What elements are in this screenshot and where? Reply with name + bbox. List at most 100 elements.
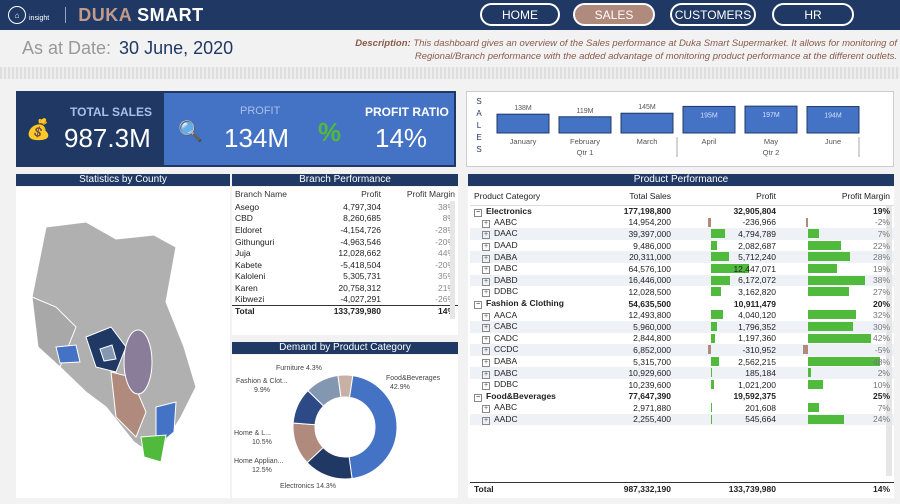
expand-icon[interactable]: + bbox=[482, 359, 490, 368]
expand-icon[interactable]: + bbox=[482, 243, 490, 252]
expand-icon[interactable]: + bbox=[482, 219, 490, 228]
kenya-county-map[interactable] bbox=[16, 187, 230, 498]
product-subitem-row[interactable]: + AADC 2,255,400 545,664 24% bbox=[470, 413, 894, 426]
branch-row[interactable]: Juja 12,028,662 44% bbox=[232, 247, 458, 259]
expand-icon[interactable]: + bbox=[482, 277, 490, 286]
product-subitem-row[interactable]: + AABC 2,971,880 201,608 7% bbox=[470, 402, 894, 414]
branch-row[interactable]: Eldoret -4,154,726 -28% bbox=[232, 224, 458, 236]
expand-icon[interactable]: + bbox=[482, 324, 490, 333]
branch-col-name[interactable]: Branch Name bbox=[232, 187, 311, 201]
sales-bar-march[interactable] bbox=[620, 112, 674, 134]
product-subitem-row[interactable]: + DABA 20,311,000 5,712,240 28% bbox=[470, 251, 894, 263]
product-margin-cell: 20% bbox=[780, 298, 894, 310]
product-subitem-row[interactable]: + CCDC 6,852,000 -310,952 -5% bbox=[470, 344, 894, 356]
sales-bar-april[interactable] bbox=[682, 105, 736, 134]
profit-databar bbox=[711, 229, 725, 239]
donut-slice[interactable] bbox=[348, 375, 398, 480]
branch-row[interactable]: CBD 8,260,685 8% bbox=[232, 213, 458, 225]
county-panel-title: Statistics by County bbox=[16, 174, 230, 186]
nav-hr-button[interactable]: HR bbox=[772, 3, 854, 26]
product-subitem-row[interactable]: + DABC 10,929,600 185,184 2% bbox=[470, 367, 894, 379]
product-col-margin[interactable]: Profit Margin bbox=[780, 188, 894, 206]
sales-quarter-label: Qtr 2 bbox=[763, 148, 780, 157]
product-sales-cell: 10,239,600 bbox=[628, 379, 671, 390]
product-subitem-row[interactable]: + DAAD 9,486,000 2,082,687 22% bbox=[470, 240, 894, 252]
product-col-sales[interactable]: Total Sales bbox=[585, 188, 675, 206]
dashboard-description: Description: This dashboard gives an ove… bbox=[355, 38, 897, 62]
sales-bar-may[interactable] bbox=[744, 105, 798, 134]
sales-bar-value-label: 194M bbox=[824, 113, 842, 120]
sales-bar-february[interactable] bbox=[558, 116, 612, 134]
collapse-icon[interactable]: − bbox=[474, 301, 482, 310]
branch-row[interactable]: Githunguri -4,963,546 -20% bbox=[232, 236, 458, 248]
product-subitem-row[interactable]: + DDBC 12,028,500 3,162,820 27% bbox=[470, 286, 894, 298]
margin-databar bbox=[808, 356, 880, 366]
product-sales-cell: 177,198,800 bbox=[623, 206, 671, 217]
collapse-icon[interactable]: − bbox=[474, 208, 482, 217]
nav-customers-button[interactable]: CUSTOMERS bbox=[670, 3, 756, 26]
product-col-category[interactable]: Product Category bbox=[470, 188, 585, 206]
product-category-label: DDBC bbox=[494, 379, 519, 390]
sales-bar-january[interactable] bbox=[496, 113, 550, 134]
expand-icon[interactable]: + bbox=[482, 266, 490, 275]
branch-name-cell: Kabete bbox=[235, 259, 262, 270]
branch-margin-cell: -26% bbox=[435, 294, 455, 305]
expand-icon[interactable]: + bbox=[482, 231, 490, 240]
branch-profit-cell: 4,797,304 bbox=[343, 201, 381, 212]
product-profit-cell: 4,040,120 bbox=[675, 309, 780, 321]
product-subitem-row[interactable]: + AABC 14,954,200 -236,966 -2% bbox=[470, 217, 894, 229]
product-sales-cell: 10,929,600 bbox=[585, 367, 675, 379]
product-subitem-row[interactable]: + DABA 5,315,700 2,562,215 48% bbox=[470, 356, 894, 368]
expand-icon[interactable]: + bbox=[482, 254, 490, 263]
product-subitem-row[interactable]: + CABC 5,960,000 1,796,352 30% bbox=[470, 320, 894, 333]
branch-row[interactable]: Karen 20,758,312 21% bbox=[232, 282, 458, 294]
expand-icon[interactable]: + bbox=[482, 347, 490, 356]
branch-row[interactable]: Kabete -5,418,504 -20% bbox=[232, 259, 458, 271]
branch-row[interactable]: Asego 4,797,304 38% bbox=[232, 201, 458, 213]
branch-profit-cell: -4,027,291 bbox=[340, 294, 381, 305]
collapse-icon[interactable]: − bbox=[474, 393, 482, 402]
product-subitem-row[interactable]: + AACA 12,493,800 4,040,120 32% bbox=[470, 309, 894, 321]
top-header-bar: ⌂ insight DUKA SMART bbox=[0, 0, 900, 30]
product-margin-cell: 42% bbox=[780, 333, 894, 345]
product-category-row[interactable]: − Fashion & Clothing 54,635,500 10,911,479 2… bbox=[470, 298, 894, 310]
sales-quarter-label: Qtr 1 bbox=[577, 148, 594, 157]
expand-icon[interactable]: + bbox=[482, 382, 490, 391]
branch-row[interactable]: Kibwezi -4,027,291 -26% bbox=[232, 294, 458, 306]
product-margin-cell: 48% bbox=[780, 356, 894, 368]
expand-icon[interactable]: + bbox=[482, 416, 490, 425]
expand-icon[interactable]: + bbox=[482, 370, 490, 379]
product-sales-cell: 77,647,390 bbox=[628, 391, 671, 402]
product-subitem-row[interactable]: + DDBC 10,239,600 1,021,200 10% bbox=[470, 379, 894, 391]
expand-icon[interactable]: + bbox=[482, 289, 490, 298]
product-subitem-row[interactable]: + DABC 64,576,100 12,447,071 19% bbox=[470, 263, 894, 275]
product-subitem-row[interactable]: + DAAC 39,397,000 4,794,789 7% bbox=[470, 228, 894, 240]
product-subitem-row[interactable]: + DABD 16,446,000 6,172,072 38% bbox=[470, 274, 894, 287]
product-category-row[interactable]: − Electronics 177,198,800 32,905,804 19% bbox=[470, 205, 894, 217]
branch-row[interactable]: Kaloleni 5,305,731 35% bbox=[232, 271, 458, 283]
branch-col-profit[interactable]: Profit bbox=[311, 187, 384, 201]
decorative-divider bbox=[0, 67, 900, 79]
branch-margin-cell: -20% bbox=[435, 259, 455, 270]
product-subitem-row[interactable]: + CADC 2,844,800 1,197,360 42% bbox=[470, 333, 894, 345]
margin-value: 24% bbox=[872, 414, 890, 425]
product-sales-cell: 9,486,000 bbox=[633, 240, 671, 251]
expand-icon[interactable]: + bbox=[482, 405, 490, 414]
branch-table-scrollbar[interactable] bbox=[450, 201, 455, 319]
profit-value: 4,794,789 bbox=[738, 228, 776, 239]
nav-sales-button[interactable]: SALES bbox=[573, 3, 655, 26]
product-profit-cell: 1,796,352 bbox=[675, 320, 780, 333]
expand-icon[interactable]: + bbox=[482, 335, 490, 344]
product-margin-cell: 19% bbox=[780, 205, 894, 217]
expand-icon[interactable]: + bbox=[482, 312, 490, 321]
percent-icon: % bbox=[318, 117, 342, 147]
profit-databar bbox=[711, 403, 712, 413]
branch-margin-cell: -28% bbox=[435, 224, 455, 235]
product-sales-cell: 39,397,000 bbox=[585, 228, 675, 240]
branch-col-margin[interactable]: Profit Margin bbox=[384, 187, 458, 201]
sales-month-label: April bbox=[701, 137, 716, 146]
product-col-profit[interactable]: Profit bbox=[675, 188, 780, 206]
nav-home-button[interactable]: HOME bbox=[480, 3, 560, 26]
sales-bar-june[interactable] bbox=[806, 106, 860, 134]
product-category-row[interactable]: − Food&Beverages 77,647,390 19,592,375 25% bbox=[470, 391, 894, 403]
